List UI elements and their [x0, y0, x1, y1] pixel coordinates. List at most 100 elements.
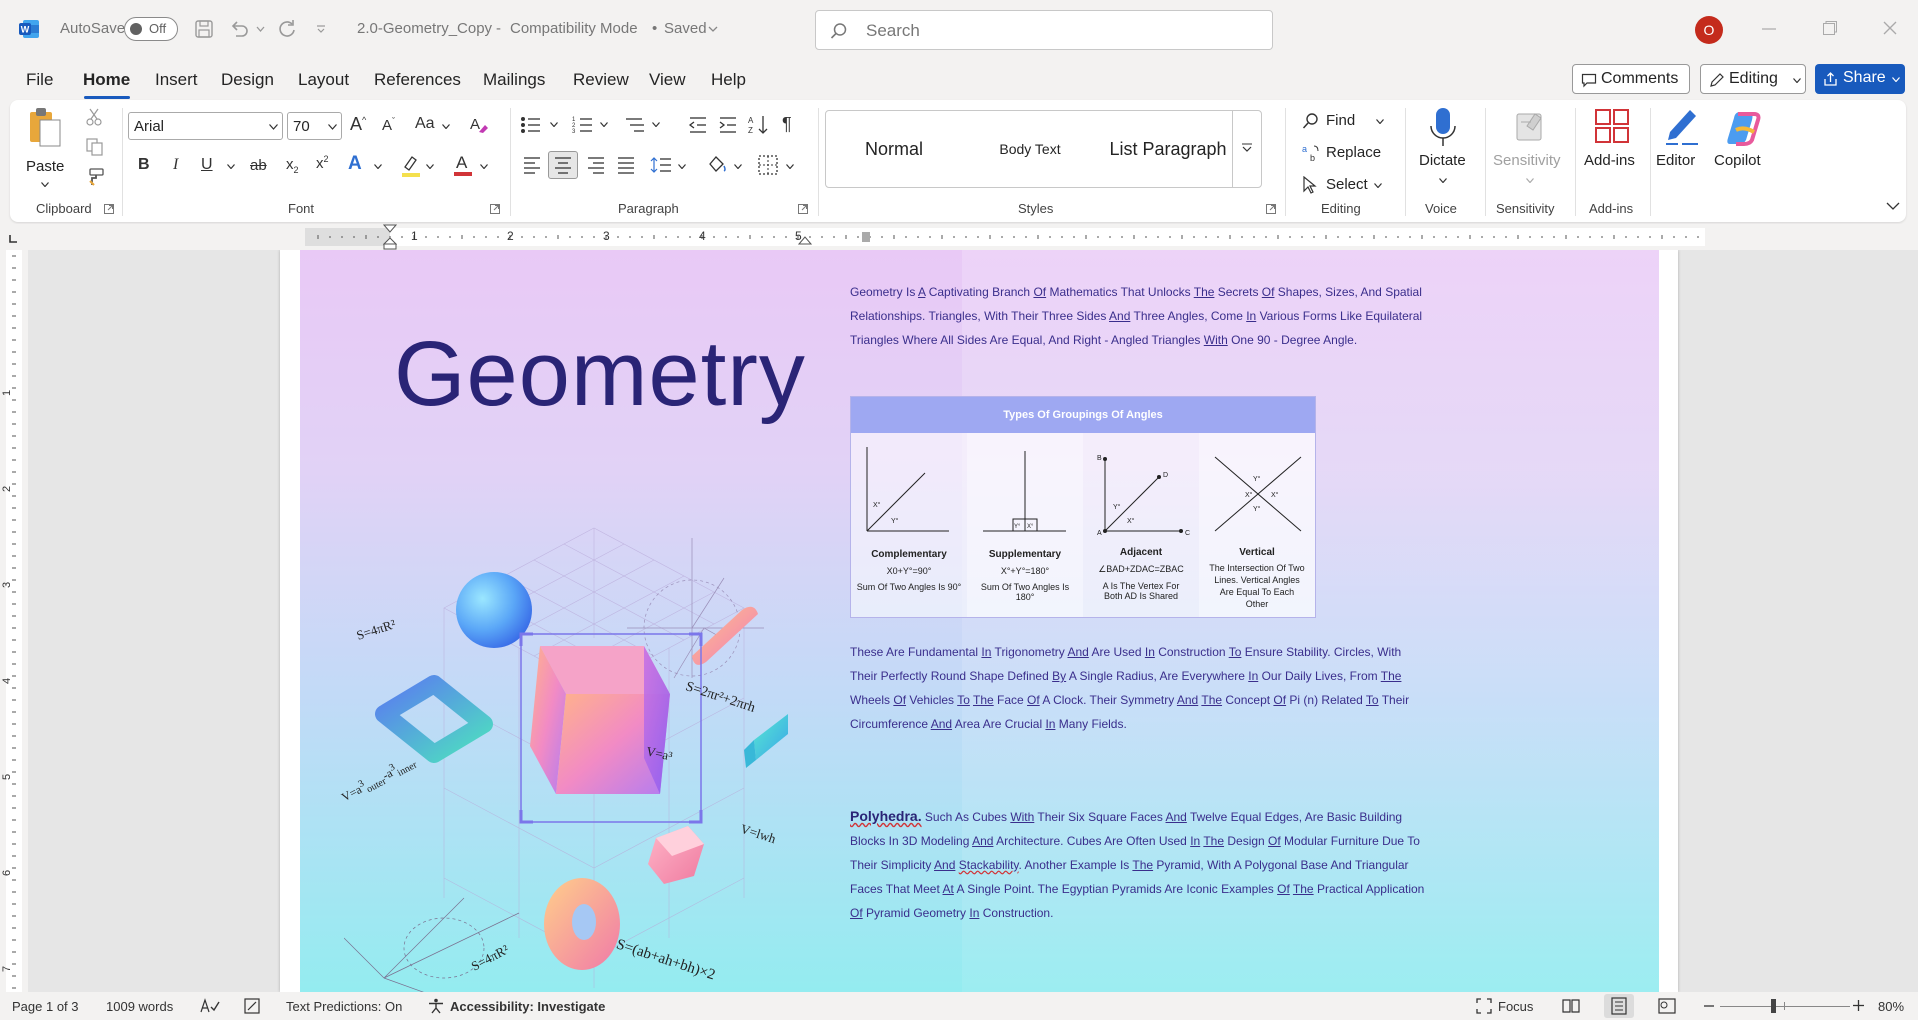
- text-effects-icon[interactable]: A: [348, 153, 362, 175]
- text-effects-chevron-icon[interactable]: [374, 164, 382, 169]
- tab-file[interactable]: File: [26, 70, 53, 90]
- font-size-select[interactable]: 70: [287, 112, 342, 140]
- page-count[interactable]: Page 1 of 3: [12, 999, 79, 1014]
- paragraph-polyhedra[interactable]: Polyhedra. Such As Cubes With Their Six …: [850, 804, 1430, 925]
- styles-more-button[interactable]: [1232, 110, 1262, 188]
- paragraph-launcher-icon[interactable]: [798, 204, 808, 214]
- cut-icon[interactable]: [86, 108, 102, 126]
- accessibility-icon[interactable]: [428, 998, 444, 1014]
- tab-design[interactable]: Design: [221, 70, 274, 90]
- change-case-button[interactable]: Aa: [415, 115, 435, 133]
- focus-label[interactable]: Focus: [1498, 999, 1533, 1014]
- track-changes-icon[interactable]: [244, 998, 262, 1014]
- editor-button[interactable]: Editor: [1654, 106, 1710, 192]
- underline-chevron-icon[interactable]: [227, 164, 235, 169]
- undo-dropdown-icon[interactable]: [256, 26, 265, 32]
- print-layout-icon[interactable]: [1604, 994, 1634, 1018]
- addins-button[interactable]: Add-ins: [1580, 106, 1644, 192]
- borders-chevron-icon[interactable]: [786, 164, 794, 169]
- underline-button[interactable]: U: [201, 156, 213, 174]
- shrink-font-icon[interactable]: Aˇ: [382, 116, 395, 134]
- editing-mode-button[interactable]: Editing: [1700, 64, 1806, 94]
- saved-chevron-icon[interactable]: [708, 26, 718, 32]
- align-center-icon[interactable]: [548, 151, 578, 179]
- format-painter-icon[interactable]: [86, 168, 104, 186]
- style-list-paragraph[interactable]: List Paragraph: [1098, 111, 1238, 187]
- zoom-level[interactable]: 80%: [1878, 999, 1904, 1014]
- focus-icon[interactable]: [1476, 998, 1492, 1014]
- numbering-icon[interactable]: 123: [572, 115, 594, 135]
- avatar[interactable]: O: [1695, 16, 1723, 44]
- tab-home[interactable]: Home: [83, 70, 130, 90]
- numbering-chevron-icon[interactable]: [600, 122, 608, 127]
- copy-icon[interactable]: [86, 138, 104, 156]
- zoom-thumb[interactable]: [1771, 999, 1776, 1013]
- first-line-indent-marker[interactable]: [383, 224, 397, 250]
- save-icon[interactable]: [194, 19, 214, 39]
- shading-chevron-icon[interactable]: [734, 164, 742, 169]
- superscript-button[interactable]: x2: [316, 154, 329, 172]
- proofing-icon[interactable]: [200, 998, 220, 1014]
- align-right-icon[interactable]: [586, 156, 606, 174]
- subscript-button[interactable]: x2: [286, 156, 299, 175]
- style-body-text[interactable]: Body Text: [962, 111, 1098, 187]
- collapse-ribbon-icon[interactable]: [1886, 202, 1900, 210]
- restore-icon[interactable]: [1823, 21, 1837, 35]
- undo-icon[interactable]: [228, 18, 250, 40]
- autosave-toggle[interactable]: Off: [124, 17, 178, 41]
- column-marker[interactable]: [862, 232, 870, 242]
- geometry-illustration[interactable]: [344, 518, 904, 992]
- bullets-icon[interactable]: [520, 116, 542, 134]
- dictate-button[interactable]: Dictate: [1410, 106, 1476, 192]
- horizontal-ruler[interactable]: 1 2 3 4 5: [0, 224, 1918, 250]
- font-color-chevron-icon[interactable]: [480, 164, 488, 169]
- align-left-icon[interactable]: [522, 156, 542, 174]
- comments-button[interactable]: Comments: [1572, 64, 1690, 94]
- change-case-chevron-icon[interactable]: [442, 124, 450, 129]
- clipboard-launcher-icon[interactable]: [104, 204, 114, 214]
- bullets-chevron-icon[interactable]: [550, 122, 558, 127]
- share-button[interactable]: Share: [1815, 64, 1905, 94]
- sensitivity-button[interactable]: Sensitivity: [1490, 106, 1570, 192]
- zoom-slider[interactable]: [1720, 999, 1850, 1013]
- word-count[interactable]: 1009 words: [106, 999, 173, 1014]
- document-title[interactable]: 2.0-Geometry_Copy: [357, 20, 492, 37]
- tab-insert[interactable]: Insert: [155, 70, 198, 90]
- paragraph-intro[interactable]: Geometry Is A Captivating Branch Of Math…: [850, 280, 1430, 352]
- sort-icon[interactable]: AZ: [748, 114, 770, 136]
- close-icon[interactable]: [1883, 21, 1897, 35]
- document-canvas[interactable]: Geometry S=4πR² S=2πr²+2πrh V=a³ V=lwh S…: [28, 250, 1918, 992]
- clear-formatting-icon[interactable]: A: [468, 114, 488, 134]
- find-button[interactable]: Find: [1294, 108, 1394, 134]
- saved-status[interactable]: Saved: [664, 20, 707, 37]
- strikethrough-button[interactable]: ab: [250, 157, 267, 174]
- decrease-indent-icon[interactable]: [688, 116, 708, 134]
- accessibility-status[interactable]: Accessibility: Investigate: [450, 999, 605, 1014]
- style-normal[interactable]: Normal: [826, 111, 962, 187]
- read-mode-icon[interactable]: [1562, 998, 1580, 1014]
- multilevel-list-icon[interactable]: [624, 115, 646, 135]
- multilevel-chevron-icon[interactable]: [652, 122, 660, 127]
- redo-icon[interactable]: [276, 18, 298, 40]
- font-color-icon[interactable]: A: [452, 152, 474, 178]
- line-spacing-chevron-icon[interactable]: [678, 164, 686, 169]
- right-indent-marker[interactable]: [798, 236, 812, 248]
- tab-mailings[interactable]: Mailings: [483, 70, 545, 90]
- paste-button[interactable]: Paste: [24, 106, 68, 187]
- font-launcher-icon[interactable]: [490, 204, 500, 214]
- increase-indent-icon[interactable]: [718, 116, 738, 134]
- zoom-out-icon[interactable]: [1704, 1005, 1714, 1007]
- copilot-button[interactable]: Copilot: [1712, 106, 1774, 192]
- page[interactable]: Geometry S=4πR² S=2πr²+2πrh V=a³ V=lwh S…: [280, 250, 1678, 992]
- search-box[interactable]: Search: [815, 10, 1273, 50]
- select-button[interactable]: Select: [1294, 172, 1394, 198]
- borders-icon[interactable]: [758, 155, 778, 175]
- angles-table[interactable]: Types Of Groupings Of Angles X° Y° Y° X° B…: [850, 396, 1316, 618]
- text-predictions[interactable]: Text Predictions: On: [286, 999, 402, 1014]
- grow-font-icon[interactable]: A^: [350, 114, 366, 135]
- tab-references[interactable]: References: [374, 70, 461, 90]
- minimize-icon[interactable]: [1762, 28, 1776, 30]
- tab-view[interactable]: View: [649, 70, 686, 90]
- zoom-in-icon[interactable]: [1853, 1000, 1864, 1011]
- bold-button[interactable]: B: [138, 156, 150, 174]
